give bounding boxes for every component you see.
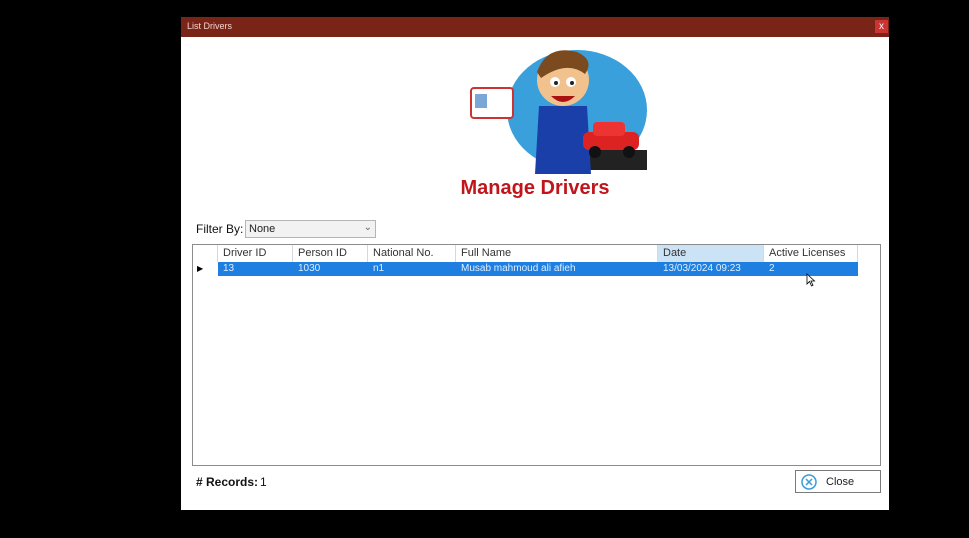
cell-driver-id[interactable]: 13 xyxy=(218,262,293,276)
column-header-person-id[interactable]: Person ID xyxy=(293,245,368,262)
cell-person-id[interactable]: 1030 xyxy=(293,262,368,276)
row-header-corner xyxy=(193,245,218,262)
page-title: Manage Drivers xyxy=(460,177,610,199)
driver-license-car-icon xyxy=(470,50,647,174)
column-header-driver-id[interactable]: Driver ID xyxy=(218,245,293,262)
list-drivers-window: List Drivers x Manage Drivers Filter By:… xyxy=(181,17,889,510)
title-bar[interactable]: List Drivers x xyxy=(181,17,889,37)
filter-label: Filter By: xyxy=(196,222,244,236)
filter-selected-value: None xyxy=(249,223,276,235)
row-pointer-icon: ▶ xyxy=(197,264,204,273)
cell-date[interactable]: 13/03/2024 09:23 xyxy=(658,262,764,276)
cell-full-name[interactable]: Musab mahmoud ali afieh xyxy=(456,262,658,276)
close-circle-icon xyxy=(801,474,817,490)
column-header-full-name[interactable]: Full Name xyxy=(456,245,658,262)
drivers-grid[interactable]: Driver ID Person ID National No. Full Na… xyxy=(192,244,881,466)
cell-national-no[interactable]: n1 xyxy=(368,262,456,276)
records-count: 1 xyxy=(260,475,267,489)
column-header-date[interactable]: Date xyxy=(658,245,764,262)
filter-dropdown[interactable]: None ⌄ xyxy=(245,220,376,238)
mouse-pointer-icon xyxy=(806,273,816,287)
window-title: List Drivers xyxy=(187,21,233,31)
window-close-icon[interactable]: x xyxy=(875,20,888,33)
close-button-label: Close xyxy=(826,476,855,488)
column-header-national-no[interactable]: National No. xyxy=(368,245,456,262)
records-label: # Records: xyxy=(196,475,259,489)
column-header-active-licenses[interactable]: Active Licenses xyxy=(764,245,858,262)
close-button[interactable]: Close xyxy=(795,470,881,493)
chevron-down-icon: ⌄ xyxy=(363,222,372,233)
row-indicator[interactable]: ▶ xyxy=(193,262,218,276)
